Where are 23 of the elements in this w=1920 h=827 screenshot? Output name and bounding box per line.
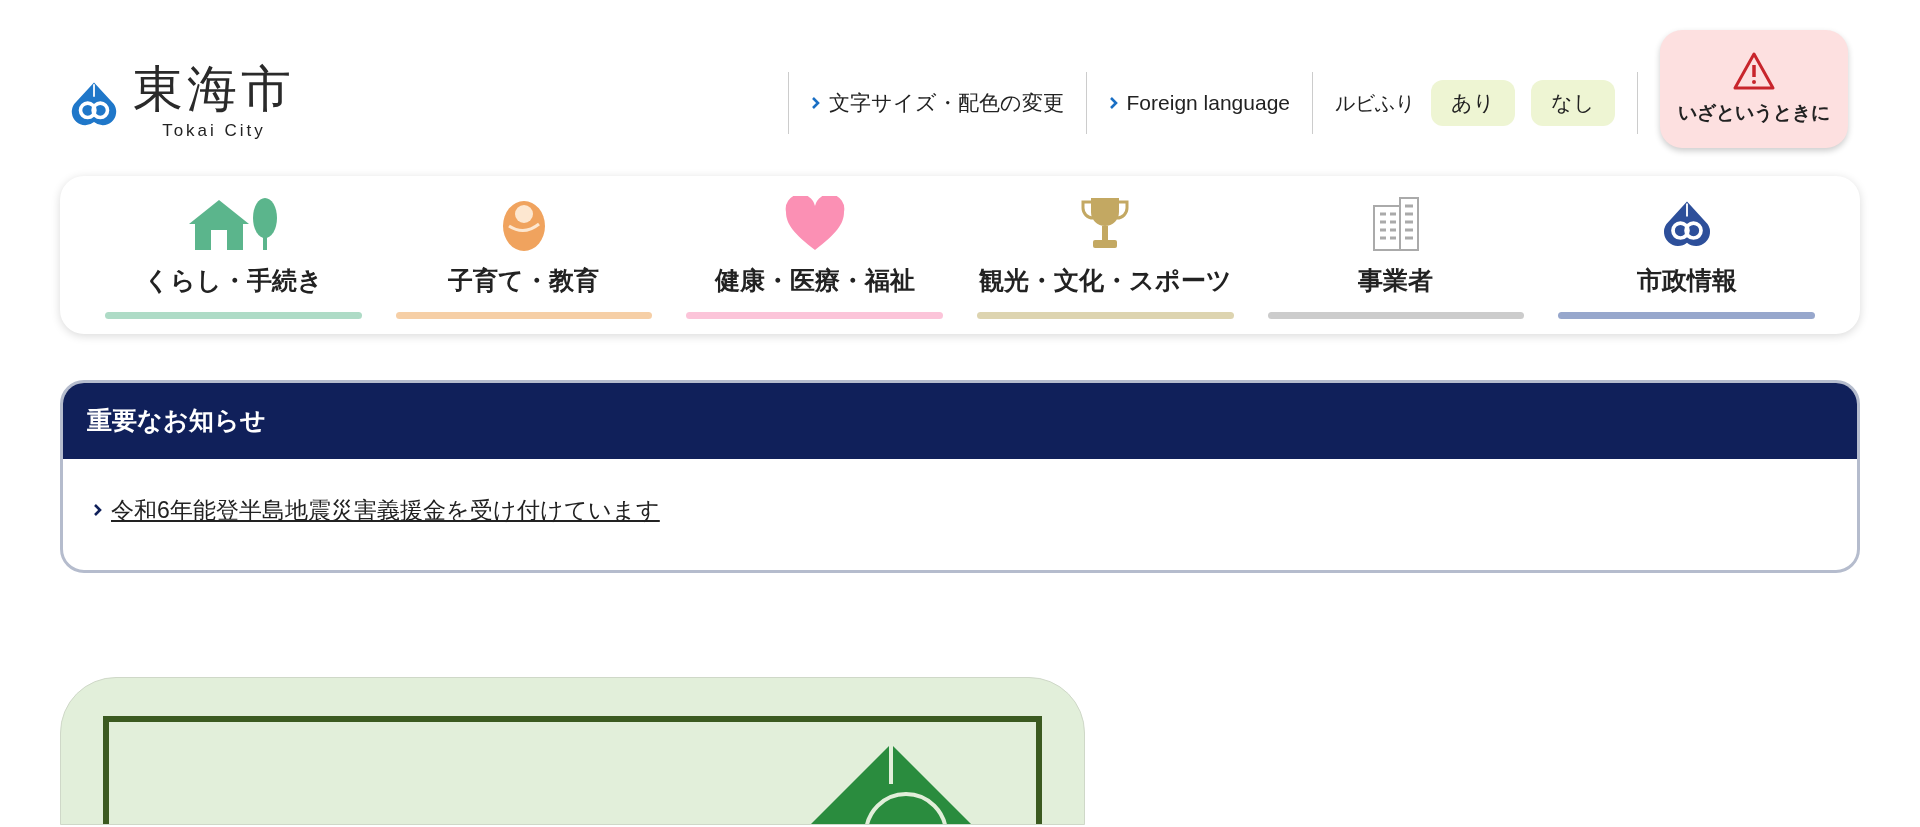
utility-link[interactable]: 文字サイズ・配色の変更 bbox=[810, 87, 1064, 119]
emergency-button[interactable]: いざというときに bbox=[1660, 30, 1848, 148]
category-link[interactable]: 健康・医療・福祉 bbox=[686, 194, 943, 334]
notice-title: 重要なお知らせ bbox=[87, 405, 266, 437]
category-link[interactable]: 市政情報 bbox=[1558, 194, 1815, 334]
city-subtitle: Tokai City bbox=[162, 120, 266, 142]
chevron-icon bbox=[810, 96, 821, 110]
banner-image[interactable] bbox=[60, 676, 1085, 825]
category-link[interactable]: 子育て・教育 bbox=[395, 194, 653, 334]
ruby-label: ルビふり bbox=[1335, 91, 1415, 116]
warning-icon bbox=[1732, 50, 1776, 91]
notice-link[interactable]: 令和6年能登半島地震災害義援金を受け付けています bbox=[111, 493, 660, 528]
ruby-option-button[interactable]: なし bbox=[1531, 80, 1615, 126]
chevron-icon bbox=[1108, 96, 1119, 110]
building-icon bbox=[1370, 196, 1422, 252]
heart-icon bbox=[783, 196, 846, 252]
utility-link[interactable]: Foreign language bbox=[1108, 87, 1290, 119]
ruby-option-button[interactable]: あり bbox=[1431, 80, 1515, 126]
chevron-icon bbox=[93, 503, 103, 518]
city-name: 東海市 bbox=[133, 64, 295, 114]
category-link[interactable]: くらし・手続き bbox=[105, 194, 362, 334]
category-link[interactable]: 観光・文化・スポーツ bbox=[977, 194, 1234, 334]
category-link[interactable]: 事業者 bbox=[1267, 194, 1525, 334]
